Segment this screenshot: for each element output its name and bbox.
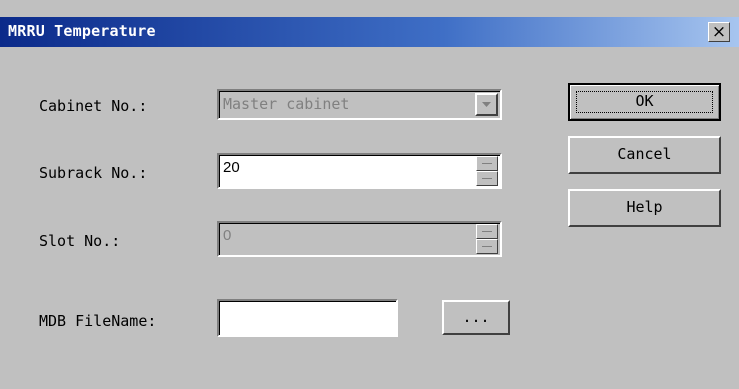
slot-spin-down-button[interactable] [476, 239, 498, 254]
browse-label: ... [462, 308, 490, 326]
help-button[interactable]: Help [568, 189, 721, 227]
spin-arrows-icon [482, 163, 492, 164]
subrack-label: Subrack No.: [39, 164, 148, 182]
cabinet-label: Cabinet No.: [39, 97, 148, 115]
spin-arrows-icon [482, 178, 492, 179]
cancel-label: Cancel [617, 145, 672, 163]
ok-label: OK [635, 92, 654, 110]
subrack-spin-up-button[interactable] [476, 156, 498, 171]
dialog-body: Cabinet No.: Master cabinet Subrack No.:… [0, 47, 739, 389]
chevron-down-icon [482, 102, 491, 107]
slot-spin-control [476, 224, 498, 254]
subrack-spin-down-button[interactable] [476, 171, 498, 186]
dialog-window: MRRU Temperature × Cabinet No.: Master c… [0, 0, 739, 389]
cabinet-value: Master cabinet [223, 95, 350, 113]
cabinet-select[interactable]: Master cabinet [217, 89, 502, 120]
subrack-value: 20 [223, 159, 240, 176]
ok-button[interactable]: OK [568, 83, 721, 121]
cancel-button[interactable]: Cancel [568, 136, 721, 174]
subrack-spin-control [476, 156, 498, 186]
mdb-filename-input[interactable] [217, 299, 398, 337]
browse-button[interactable]: ... [442, 300, 510, 335]
spin-arrows-icon [482, 246, 492, 247]
slot-value: 0 [223, 227, 232, 244]
slot-label: Slot No.: [39, 232, 121, 250]
slot-spinbox[interactable]: 0 [217, 221, 502, 257]
spin-arrows-icon [482, 231, 492, 232]
close-icon: × [711, 22, 727, 42]
cabinet-dropdown-button[interactable] [475, 93, 498, 116]
mdb-label: MDB FileName: [39, 312, 157, 330]
help-label: Help [626, 198, 663, 216]
slot-spin-up-button[interactable] [476, 224, 498, 239]
close-button[interactable]: × [708, 22, 730, 42]
title-bar[interactable]: MRRU Temperature × [0, 17, 739, 47]
subrack-spinbox[interactable]: 20 [217, 153, 502, 189]
window-title: MRRU Temperature [8, 22, 156, 40]
